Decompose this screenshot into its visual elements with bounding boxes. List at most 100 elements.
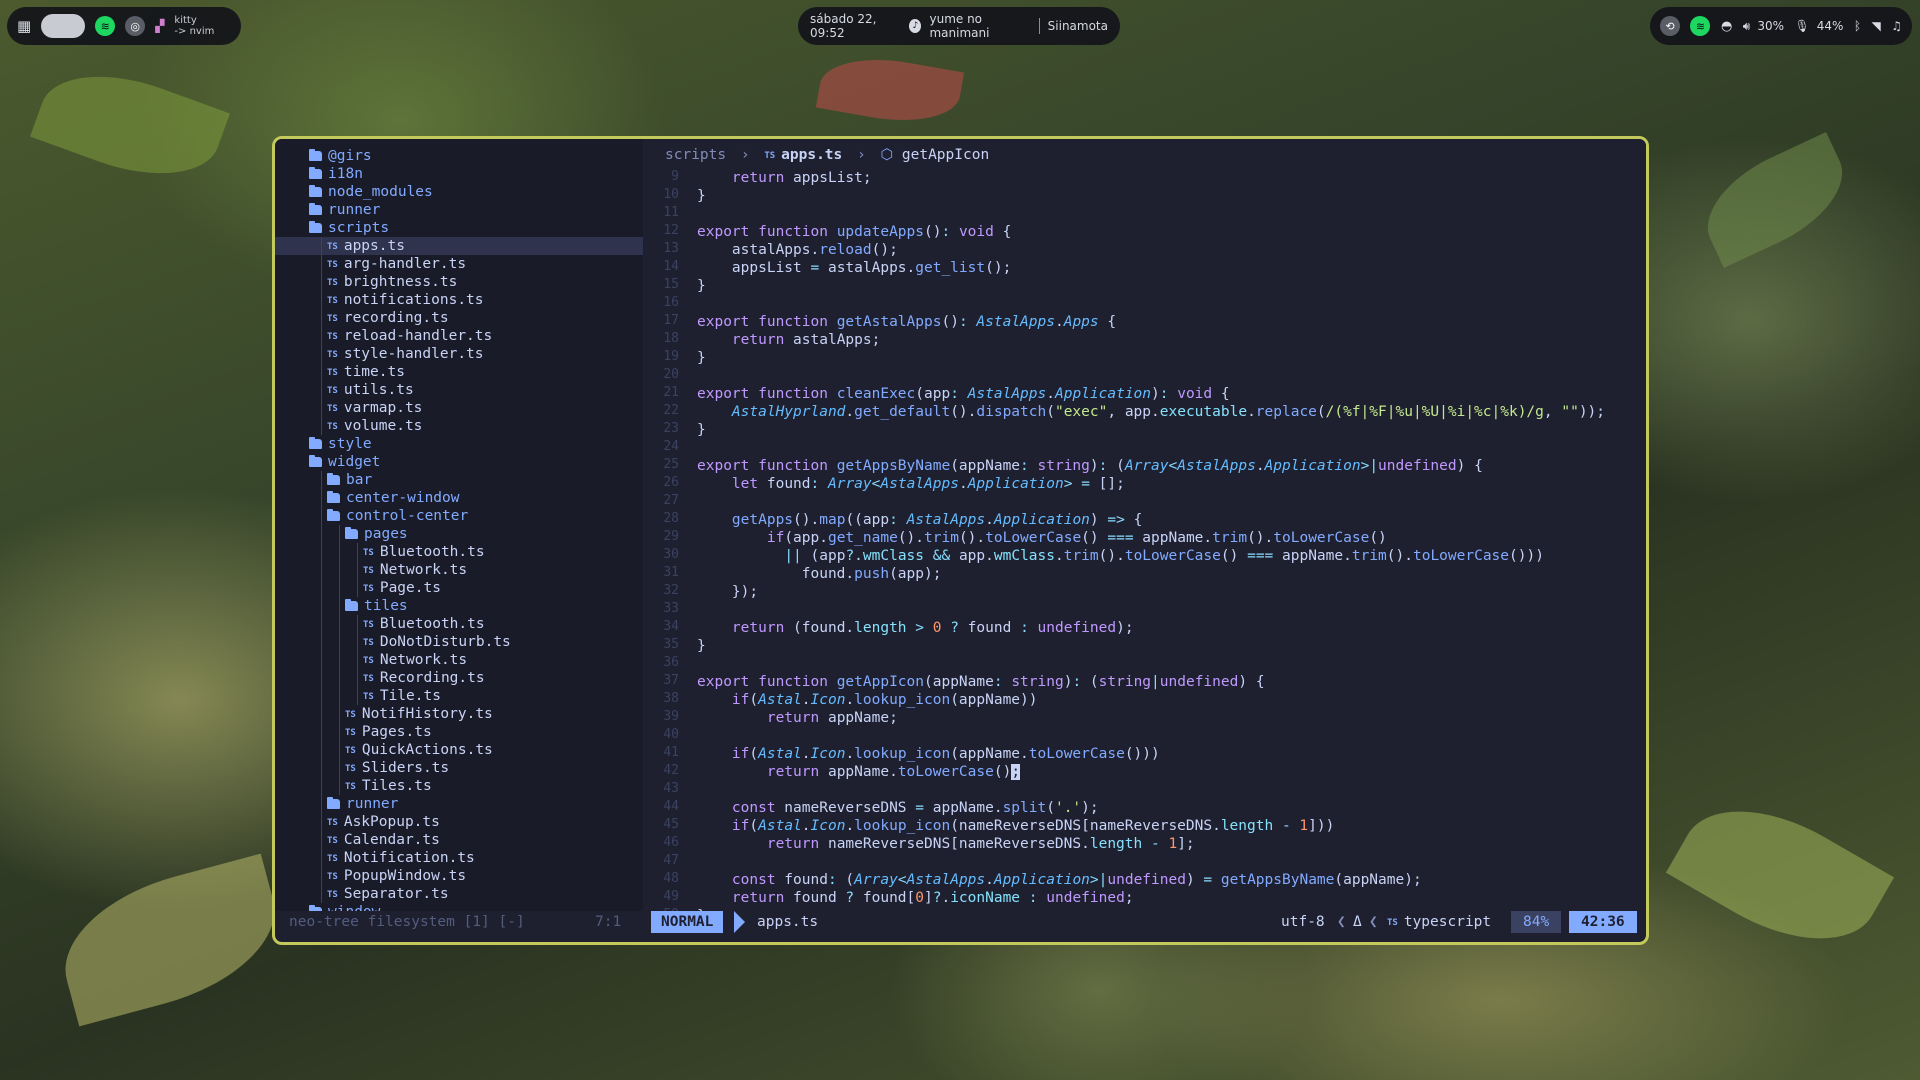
code-line[interactable]: return appName; xyxy=(697,709,898,727)
tree-file[interactable]: TS Bluetooth.ts xyxy=(275,543,643,561)
tree-folder[interactable]: style xyxy=(275,435,643,453)
code-line[interactable]: } xyxy=(697,187,706,205)
tree-folder[interactable]: runner xyxy=(275,201,643,219)
code-line[interactable]: const nameReverseDNS = appName.split('.'… xyxy=(697,799,1099,817)
tree-folder[interactable]: bar xyxy=(275,471,643,489)
tree-folder[interactable]: runner xyxy=(275,795,643,813)
tree-file[interactable]: TS time.ts xyxy=(275,363,643,381)
tree-file[interactable]: TS Network.ts xyxy=(275,561,643,579)
tree-file[interactable]: TS AskPopup.ts xyxy=(275,813,643,831)
tree-file[interactable]: TS Bluetooth.ts xyxy=(275,615,643,633)
volume-indicator[interactable]: 🔊︎ 30% xyxy=(1743,19,1784,34)
code-line[interactable]: if(Astal.Icon.lookup_icon(nameReverseDNS… xyxy=(697,817,1334,835)
spotify-icon[interactable]: ≋ xyxy=(95,16,116,36)
tree-file[interactable]: TS Tiles.ts xyxy=(275,777,643,795)
code-line[interactable]: return found ? found[0]?.iconName : unde… xyxy=(697,889,1134,907)
tree-file[interactable]: TS style-handler.ts xyxy=(275,345,643,363)
tree-file[interactable]: TS reload-handler.ts xyxy=(275,327,643,345)
code-line[interactable]: return (found.length > 0 ? found : undef… xyxy=(697,619,1134,637)
tree-folder[interactable]: tiles xyxy=(275,597,643,615)
bell-icon[interactable]: ♫ xyxy=(1891,19,1902,33)
tree-file[interactable]: TS Pages.ts xyxy=(275,723,643,741)
code-line[interactable]: return appsList; xyxy=(697,169,872,187)
tree-file[interactable]: TS volume.ts xyxy=(275,417,643,435)
code-line[interactable]: let found: Array<AstalApps.Application> … xyxy=(697,475,1125,493)
tree-file[interactable]: TS apps.ts xyxy=(275,237,643,255)
code-line[interactable]: export function getAppsByName(appName: s… xyxy=(697,457,1483,475)
code-line[interactable]: found.push(app); xyxy=(697,565,942,583)
indent-guide xyxy=(321,687,322,705)
code-line[interactable]: getApps().map((app: AstalApps.Applicatio… xyxy=(697,511,1142,529)
tree-folder[interactable]: control-center xyxy=(275,507,643,525)
tree-file[interactable]: TS Calendar.ts xyxy=(275,831,643,849)
line-number: 46 xyxy=(663,835,679,850)
line-number: 12 xyxy=(663,223,679,238)
spotify-tray-icon[interactable]: ≋ xyxy=(1690,16,1711,36)
tree-folder[interactable]: scripts xyxy=(275,219,643,237)
indent-guide xyxy=(339,561,340,579)
code-line[interactable]: astalApps.reload(); xyxy=(697,241,898,259)
indent-guide xyxy=(339,651,340,669)
tree-file[interactable]: TS brightness.ts xyxy=(275,273,643,291)
code-line[interactable]: AstalHyprland.get_default().dispatch("ex… xyxy=(697,403,1605,421)
camera-icon[interactable]: ◎ xyxy=(125,16,146,36)
code-editor[interactable]: 9 return appsList; 10} 11 12 export function… xyxy=(643,139,1646,924)
code-line[interactable]: return appName.toLowerCase(); xyxy=(697,763,1021,781)
tree-folder[interactable]: center-window xyxy=(275,489,643,507)
code-line[interactable]: } xyxy=(697,421,706,439)
code-line[interactable]: export function updateApps(): void { xyxy=(697,223,1011,241)
tree-item-label: QuickActions.ts xyxy=(361,742,493,758)
tree-folder[interactable]: node_modules xyxy=(275,183,643,201)
code-line[interactable]: if(Astal.Icon.lookup_icon(appName.toLowe… xyxy=(697,745,1160,763)
indent-guide xyxy=(321,291,322,309)
mic-indicator[interactable]: 🎙︎ 44% xyxy=(1794,19,1843,33)
indent-guide xyxy=(321,849,322,867)
workspace-indicator[interactable] xyxy=(41,14,86,38)
code-line[interactable]: return astalApps; xyxy=(697,331,880,349)
code-line[interactable]: }); xyxy=(697,583,758,601)
tree-folder[interactable]: pages xyxy=(275,525,643,543)
tree-file[interactable]: TS varmap.ts xyxy=(275,399,643,417)
tree-file[interactable]: TS Network.ts xyxy=(275,651,643,669)
bluetooth-icon[interactable]: ᛒ xyxy=(1854,19,1861,33)
media-track[interactable]: yume no manimani xyxy=(929,12,1030,40)
tree-file[interactable]: TS Notification.ts xyxy=(275,849,643,867)
tree-folder[interactable]: widget xyxy=(275,453,643,471)
code-line[interactable]: export function getAstalApps(): AstalApp… xyxy=(697,313,1116,331)
tree-file[interactable]: TS NotifHistory.ts xyxy=(275,705,643,723)
tree-file[interactable]: TS notifications.ts xyxy=(275,291,643,309)
tree-file[interactable]: TS QuickActions.ts xyxy=(275,741,643,759)
tree-file[interactable]: TS PopupWindow.ts xyxy=(275,867,643,885)
apps-grid-icon[interactable]: ▦ xyxy=(17,17,31,35)
code-line[interactable]: } xyxy=(697,349,706,367)
code-line[interactable]: if(app.get_name().trim().toLowerCase() =… xyxy=(697,529,1387,547)
tree-file[interactable]: TS Separator.ts xyxy=(275,885,643,903)
code-line[interactable]: || (app?.wmClass && app.wmClass.trim().t… xyxy=(697,547,1544,565)
code-line[interactable]: return nameReverseDNS[nameReverseDNS.len… xyxy=(697,835,1195,853)
code-line[interactable]: const found: (Array<AstalApps.Applicatio… xyxy=(697,871,1422,889)
status-filename: apps.ts xyxy=(757,914,819,930)
typescript-icon: TS xyxy=(327,386,338,396)
datetime[interactable]: sábado 22, 09:52 xyxy=(810,12,901,40)
discord-icon[interactable]: ◓ xyxy=(1721,19,1732,34)
tree-file[interactable]: TS Tile.ts xyxy=(275,687,643,705)
code-line[interactable]: if(Astal.Icon.lookup_icon(appName)) xyxy=(697,691,1038,709)
code-line[interactable]: } xyxy=(697,277,706,295)
tree-file[interactable]: TS utils.ts xyxy=(275,381,643,399)
tree-folder[interactable]: i18n xyxy=(275,165,643,183)
tree-file[interactable]: TS Page.ts xyxy=(275,579,643,597)
code-line[interactable]: appsList = astalApps.get_list(); xyxy=(697,259,1011,277)
code-line[interactable]: export function cleanExec(app: AstalApps… xyxy=(697,385,1230,403)
tree-file[interactable]: TS DoNotDisturb.ts xyxy=(275,633,643,651)
tree-folder[interactable]: @girs xyxy=(275,147,643,165)
steam-icon[interactable]: ⟲ xyxy=(1660,16,1680,36)
tree-file[interactable]: TS Recording.ts xyxy=(275,669,643,687)
tree-file[interactable]: TS Sliders.ts xyxy=(275,759,643,777)
code-line[interactable]: } xyxy=(697,637,706,655)
wifi-icon[interactable]: ◥ xyxy=(1872,19,1881,33)
tree-item-label: style-handler.ts xyxy=(343,346,484,362)
tree-file[interactable]: TS recording.ts xyxy=(275,309,643,327)
code-line[interactable]: export function getAppIcon(appName: stri… xyxy=(697,673,1265,691)
foliage-decoration xyxy=(815,48,965,132)
tree-file[interactable]: TS arg-handler.ts xyxy=(275,255,643,273)
